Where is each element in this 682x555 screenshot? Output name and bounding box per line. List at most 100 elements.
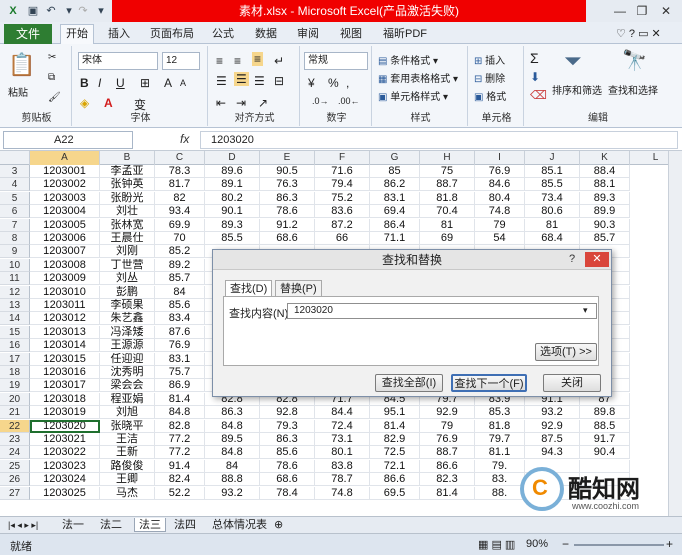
increase-decimal-icon[interactable]: .0→ [312,96,329,106]
dialog-close-text-button[interactable]: 关闭 [543,374,601,392]
row-header[interactable]: 20 [0,392,30,406]
table-cell[interactable]: 1203009 [30,272,100,286]
table-cell[interactable]: 85.2 [155,245,205,259]
table-cell[interactable]: 93.4 [155,205,205,219]
table-cell[interactable]: 69.5 [370,486,420,500]
sheet-tab[interactable]: 法一 [58,518,88,532]
table-cell[interactable]: 52.2 [155,486,205,500]
table-cell[interactable]: 张林宽 [100,218,155,232]
dialog-close-button[interactable]: ✕ [585,252,609,267]
table-cell[interactable]: 68.6 [260,473,315,487]
table-cell[interactable]: 83.6 [315,205,370,219]
table-cell[interactable]: 刘壮 [100,205,155,219]
table-cell[interactable]: 88.1 [580,178,630,192]
table-cell[interactable]: 1203022 [30,446,100,460]
autosum-button[interactable]: Σ [530,50,539,66]
table-cell[interactable]: 79.7 [475,433,525,446]
sheet-tab[interactable]: 法四 [170,518,200,532]
column-header[interactable]: I [475,151,525,165]
row-header[interactable]: 6 [0,205,30,219]
table-cell[interactable]: 85.7 [580,232,630,245]
table-cell[interactable]: 70 [155,232,205,245]
indent-decrease-icon[interactable]: ⇤ [216,96,226,110]
table-cell[interactable]: 1203018 [30,392,100,406]
table-cell[interactable]: 路俊俊 [100,459,155,473]
table-cell[interactable]: 85.5 [525,178,580,192]
row-header[interactable]: 10 [0,258,30,272]
dialog-help-button[interactable]: ? [565,252,579,267]
table-cell[interactable]: 马杰 [100,486,155,500]
table-cell[interactable]: 87.6 [155,325,205,339]
maximize-button[interactable]: ❐ [632,2,652,20]
sort-filter-icon[interactable]: ⏷ [564,48,582,74]
table-cell[interactable]: 86.3 [205,406,260,420]
table-cell[interactable]: 81.7 [155,178,205,192]
table-cell[interactable]: 79. [475,459,525,473]
row-header[interactable]: 11 [0,272,30,286]
table-cell[interactable]: 94.3 [525,446,580,460]
table-cell[interactable]: 73.1 [315,433,370,446]
orientation-icon[interactable]: ↗ [258,96,268,110]
font-size-select[interactable]: 12 [162,52,200,70]
table-cell[interactable]: 81 [420,218,475,232]
table-cell[interactable]: 李硕果 [100,299,155,312]
table-cell[interactable]: 79 [420,419,475,433]
table-cell[interactable]: 1203002 [30,178,100,192]
table-cell[interactable]: 1203023 [30,459,100,473]
table-cell[interactable]: 刘刚 [100,245,155,259]
table-cell[interactable]: 丁世营 [100,258,155,272]
table-cell[interactable]: 85.1 [525,165,580,178]
table-cell[interactable]: 75 [420,165,475,178]
table-cell[interactable]: 86.4 [370,218,420,232]
table-cell[interactable]: 78.3 [155,165,205,178]
row-header[interactable]: 3 [0,165,30,178]
find-next-button[interactable]: 查找下一个(F) [451,374,527,392]
table-cell[interactable]: 88.7 [420,446,475,460]
close-window-button[interactable]: ✕ [656,2,676,20]
table-cell[interactable]: 80.1 [315,446,370,460]
row-header[interactable]: 7 [0,218,30,232]
table-cell[interactable]: 89.6 [205,165,260,178]
format-as-table-button[interactable]: ▦ 套用表格格式 ▾ [378,70,458,85]
column-header[interactable]: J [525,151,580,165]
align-right-icon[interactable]: ☰ [254,74,265,88]
table-cell[interactable]: 83.1 [155,352,205,366]
table-cell[interactable]: 71.6 [315,165,370,178]
table-cell[interactable]: 91.2 [260,218,315,232]
table-cell[interactable]: 79 [475,218,525,232]
table-cell[interactable]: 王晨仕 [100,232,155,245]
undo-dropdown-icon[interactable]: ▾ [62,4,76,18]
table-cell[interactable]: 83.8 [315,459,370,473]
table-cell[interactable]: 1203024 [30,473,100,487]
table-cell[interactable]: 1203021 [30,433,100,446]
table-cell[interactable]: 80.6 [525,205,580,219]
table-cell[interactable]: 79.3 [260,419,315,433]
clear-icon[interactable]: ⌫ [530,88,547,102]
row-header[interactable]: 26 [0,473,30,487]
row-header[interactable]: 25 [0,459,30,473]
grow-font-button[interactable]: A [164,76,172,90]
find-select-icon[interactable]: 🔭 [622,48,647,73]
table-cell[interactable]: 90.4 [580,446,630,460]
delete-cells-button[interactable]: ⊟ 删除 [474,70,505,85]
table-cell[interactable]: 90.5 [260,165,315,178]
row-header[interactable]: 5 [0,191,30,205]
table-cell[interactable]: 78.6 [260,205,315,219]
currency-icon[interactable]: ¥ [308,76,315,90]
wrap-text-icon[interactable]: ↵ [274,54,284,68]
table-cell[interactable]: 梁会会 [100,379,155,393]
row-header[interactable]: 9 [0,245,30,259]
column-header[interactable]: C [155,151,205,165]
underline-button[interactable]: U [116,76,125,90]
table-cell[interactable]: 1203005 [30,218,100,232]
tab-data[interactable]: 数据 [255,25,277,44]
row-header[interactable]: 19 [0,379,30,393]
table-cell[interactable]: 69 [420,232,475,245]
table-cell[interactable]: 84.4 [315,406,370,420]
conditional-format-button[interactable]: ▤ 条件格式 ▾ [378,52,438,67]
table-cell[interactable]: 朱艺鑫 [100,312,155,326]
table-cell[interactable]: 1203006 [30,232,100,245]
table-cell[interactable]: 82.3 [420,473,475,487]
insert-cells-button[interactable]: ⊞ 插入 [474,52,505,67]
table-cell[interactable]: 1203012 [30,312,100,326]
